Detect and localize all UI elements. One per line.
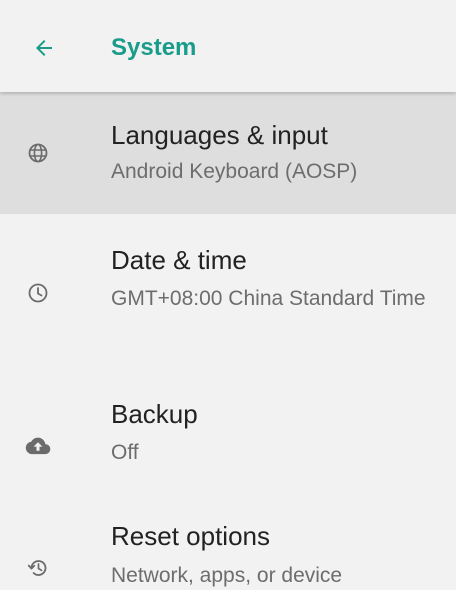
restore-icon bbox=[24, 554, 52, 582]
setting-item-title: Reset options bbox=[111, 521, 270, 551]
setting-item-title: Languages & input bbox=[111, 120, 328, 150]
setting-item-title: Date & time bbox=[111, 245, 247, 275]
setting-item-languages-input[interactable]: Languages & input Android Keyboard (AOSP… bbox=[0, 92, 456, 214]
arrow-back-icon bbox=[36, 40, 52, 56]
setting-item-date-time[interactable]: Date & time GMT+08:00 China Standard Tim… bbox=[0, 214, 456, 364]
setting-item-backup[interactable]: Backup Off bbox=[0, 364, 456, 490]
settings-list: Languages & input Android Keyboard (AOSP… bbox=[0, 92, 456, 587]
app-bar: System bbox=[0, 0, 456, 92]
cloud-upload-icon bbox=[24, 432, 52, 460]
clock-icon bbox=[24, 279, 52, 307]
setting-item-summary: Network, apps, or device bbox=[111, 564, 343, 587]
setting-item-title: Backup bbox=[111, 399, 198, 429]
back-button[interactable] bbox=[24, 30, 64, 66]
globe-icon bbox=[24, 139, 52, 167]
setting-item-summary: GMT+08:00 China Standard Time bbox=[111, 287, 426, 310]
setting-item-summary: Android Keyboard (AOSP) bbox=[111, 160, 358, 183]
setting-item-reset-options[interactable]: Reset options Network, apps, or device bbox=[0, 490, 456, 587]
page-title: System bbox=[111, 34, 197, 61]
setting-item-summary: Off bbox=[111, 441, 139, 464]
